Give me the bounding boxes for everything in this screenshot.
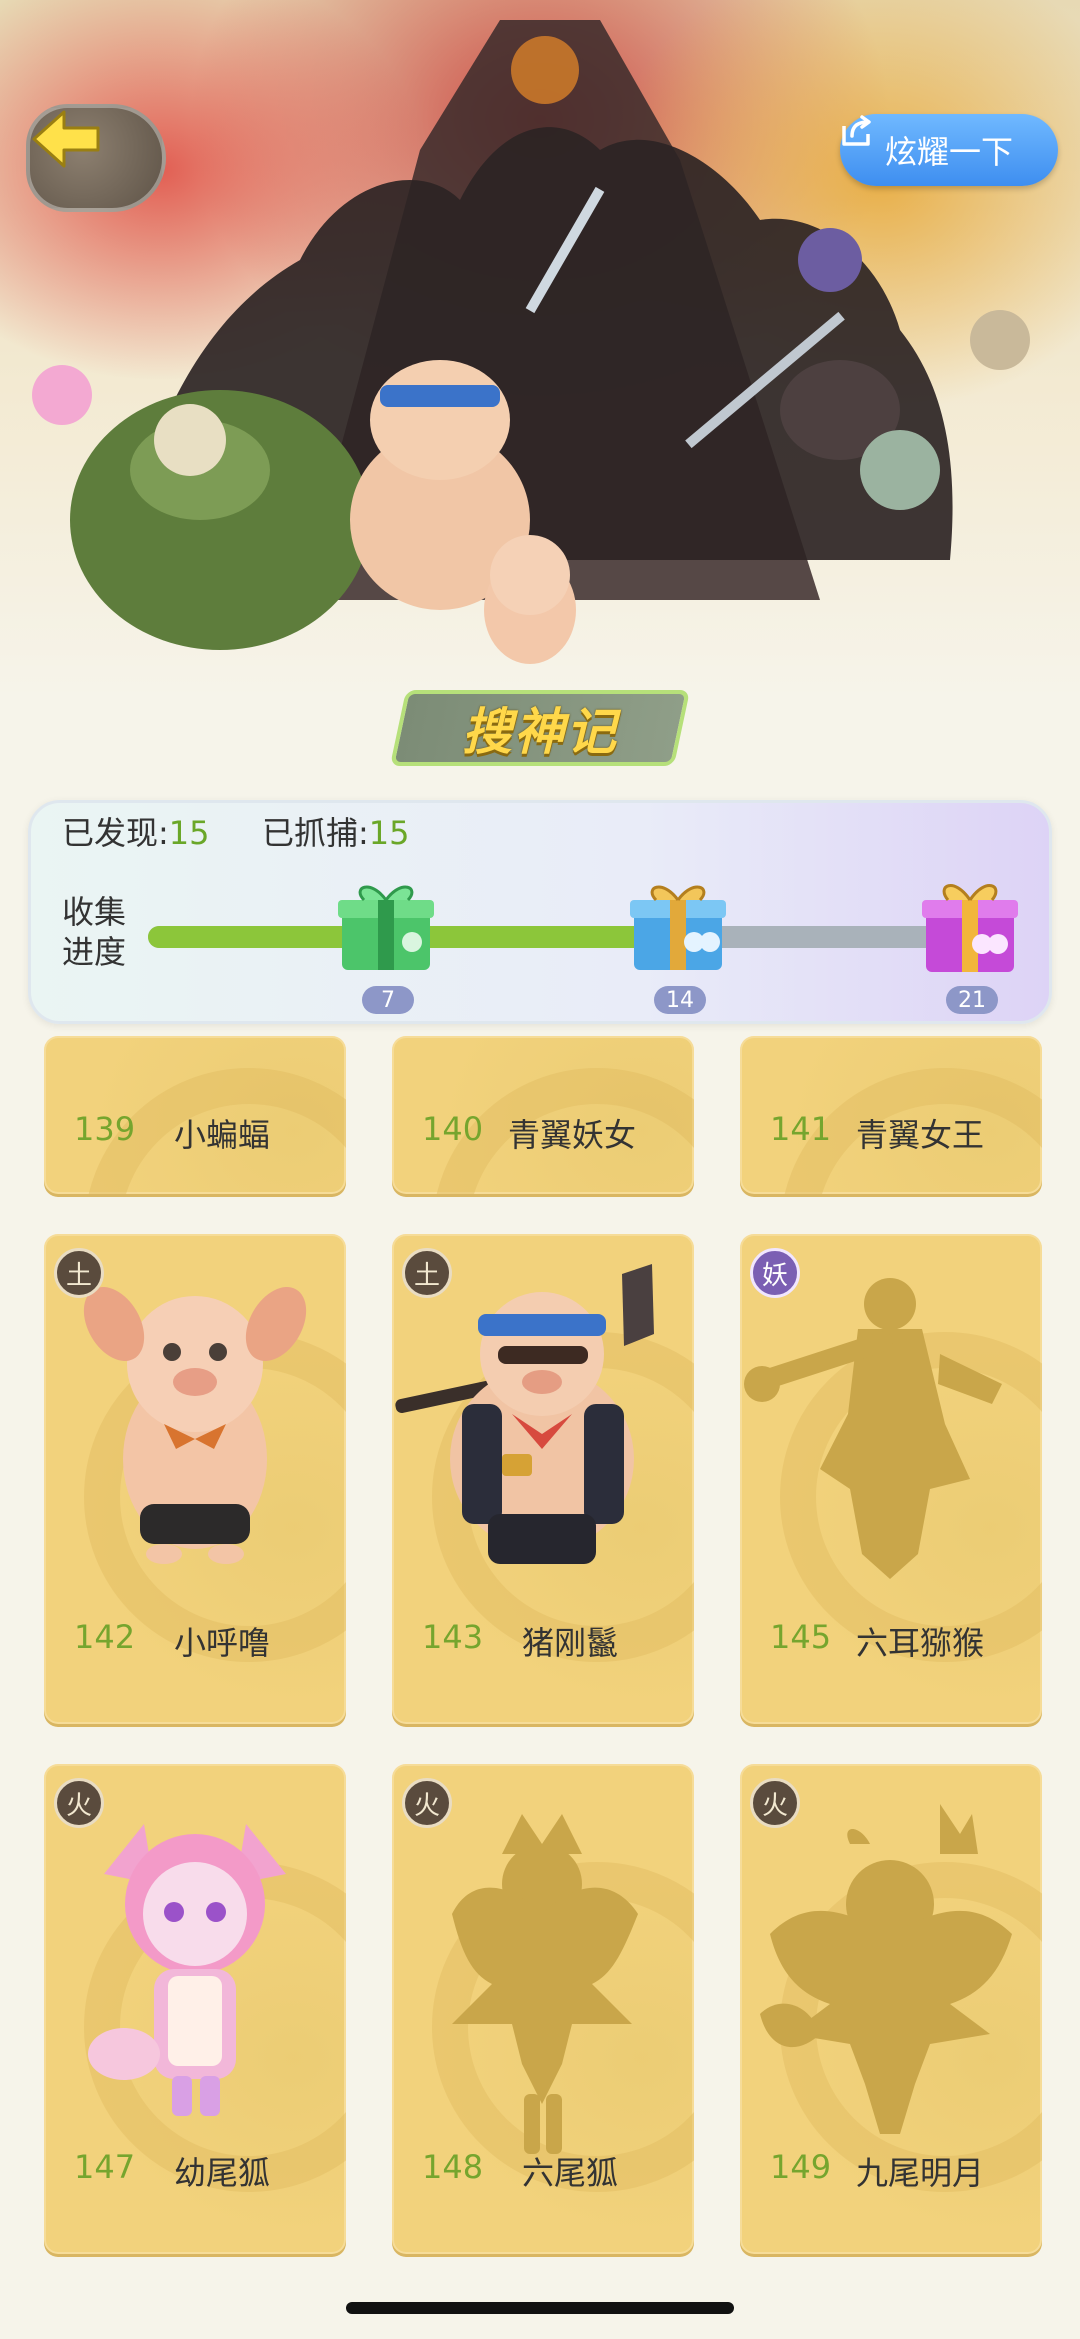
discovered-value: 15 [168,814,210,852]
share-label: 炫耀一下 [884,133,1013,171]
creature-number: 147 [74,2148,136,2186]
progress-track [148,926,970,948]
milestone-tag-1: 7 [362,986,414,1014]
gift-icon [922,884,1018,972]
creature-name: 六耳猕猴 [856,1624,985,1662]
creature-card[interactable]: 140 青翼妖女 [392,1036,694,1194]
element-badge: 妖 [750,1248,800,1298]
reward-gift-blue[interactable] [626,872,730,976]
element-badge: 火 [54,1778,104,1828]
progress-label: 收集进度 [62,893,127,971]
captured-label: 已抓捕: [262,814,369,852]
creature-number: 145 [770,1618,832,1656]
milestone-tag-3: 21 [946,986,998,1014]
creature-name: 幼尾狐 [174,2154,271,2192]
creature-card[interactable]: 土 143 猪刚鬣 [392,1234,694,1724]
creature-name: 六尾狐 [522,2154,619,2192]
creature-name: 小蝙蝠 [174,1116,271,1154]
captured-stat: 已抓捕:15 [262,808,410,854]
creature-name: 青翼妖女 [508,1116,637,1154]
page-title: 搜神记 [462,703,618,761]
creature-name: 九尾明月 [856,2154,985,2192]
reward-gift-purple[interactable] [918,868,1022,972]
element-badge: 土 [54,1248,104,1298]
hero-banner: 炫耀一下 [0,0,1080,700]
creature-card[interactable]: 妖 145 六耳猕猴 [740,1234,1042,1724]
creature-number: 143 [422,1618,484,1656]
creature-number: 139 [74,1110,136,1148]
creature-number: 148 [422,2148,484,2186]
captured-value: 15 [368,814,410,852]
creature-card[interactable]: 139 小蝙蝠 [44,1036,346,1194]
share-button[interactable]: 炫耀一下 [840,114,1058,186]
creature-number: 142 [74,1618,136,1656]
page-title-badge: 搜神记 [389,690,691,766]
element-badge: 火 [750,1778,800,1828]
element-badge: 土 [402,1248,452,1298]
creature-name: 小呼噜 [174,1624,271,1662]
gift-icon [338,885,434,970]
reward-gift-green[interactable] [334,872,438,976]
back-arrow-icon [32,110,100,168]
discovered-stat: 已发现:15 [62,808,210,854]
creature-name: 青翼女王 [856,1116,985,1154]
home-indicator[interactable] [346,2302,734,2314]
creature-card[interactable]: 141 青翼女王 [740,1036,1042,1194]
creature-number: 140 [422,1110,484,1148]
creature-card[interactable]: 火 147 幼尾狐 [44,1764,346,2254]
creature-name: 猪刚鬣 [522,1624,619,1662]
back-button[interactable] [26,104,166,212]
gift-icon [630,885,726,970]
creature-card[interactable]: 火 148 六尾狐 [392,1764,694,2254]
element-badge: 火 [402,1778,452,1828]
hero-art [32,20,1030,664]
creature-number: 141 [770,1110,832,1148]
share-icon [842,115,871,146]
creature-card[interactable]: 土 142 小呼噜 [44,1234,346,1724]
creature-number: 149 [770,2148,832,2186]
creature-card[interactable]: 火 149 九尾明月 [740,1764,1042,2254]
milestone-tag-2: 14 [654,986,706,1014]
discovered-label: 已发现: [62,814,169,852]
